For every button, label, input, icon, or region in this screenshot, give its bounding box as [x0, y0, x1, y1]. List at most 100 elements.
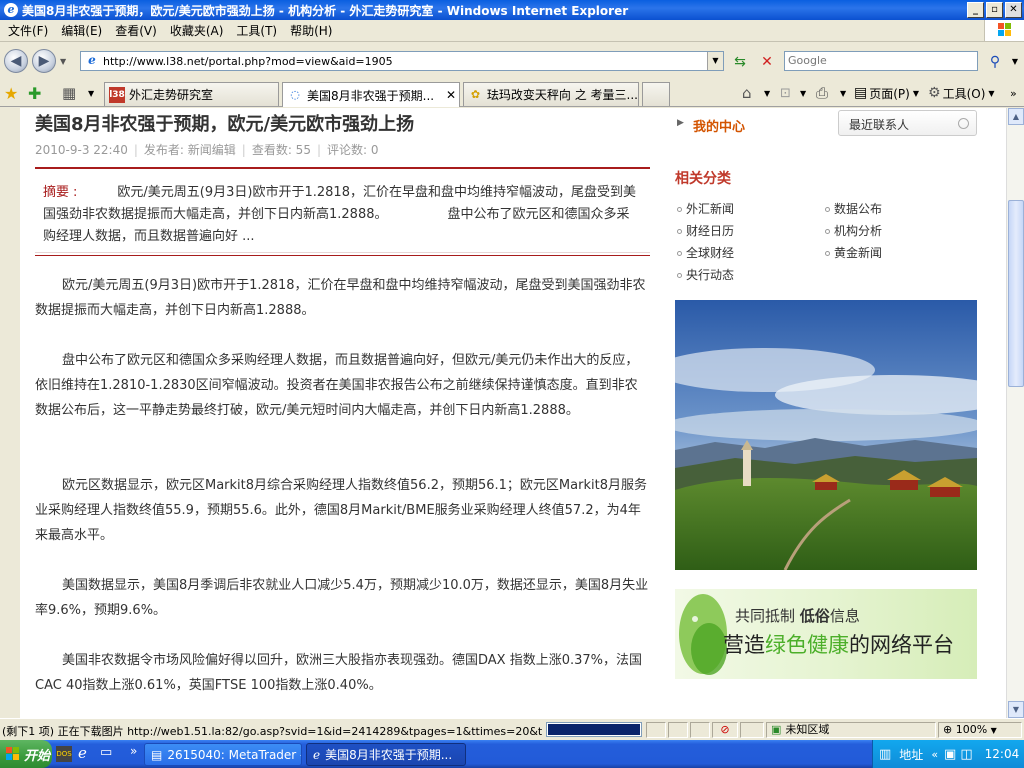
- feeds-icon[interactable]: ⊡: [780, 83, 791, 103]
- history-dropdown-icon[interactable]: ▼: [60, 57, 66, 66]
- civility-banner[interactable]: 共同抵制 低俗信息 营造绿色健康的网络平台: [675, 589, 977, 679]
- zoom-control[interactable]: ⊕ 100% ▼: [938, 722, 1022, 738]
- tab-other-article[interactable]: ✿ 珐玛改变天秤向 之 考量三...: [463, 82, 639, 106]
- url-text[interactable]: http://www.l38.net/portal.php?mod=view&a…: [103, 55, 707, 68]
- recent-contacts-label: 最近联系人: [849, 118, 910, 132]
- article-paragraph-4: 美国数据显示，美国8月季调后非农就业人口减少5.4万，预期减少10.0万，数据还…: [35, 578, 649, 618]
- search-options-icon[interactable]: ▼: [1004, 52, 1024, 72]
- menu-help[interactable]: 帮助(H): [286, 22, 341, 39]
- stop-icon[interactable]: ✕: [756, 52, 778, 72]
- tools-menu-button[interactable]: ⚙ 工具(O) ▼: [928, 83, 995, 103]
- minimize-button[interactable]: _: [967, 2, 984, 18]
- taskbar: 开始 DOS e ▭ » ▤2615040: MetaTrader - ... …: [0, 740, 1024, 768]
- quicklaunch-more-icon[interactable]: »: [130, 744, 137, 758]
- menu-edit[interactable]: 编辑(E): [57, 22, 111, 39]
- ie-logo-icon: e: [4, 3, 18, 17]
- search-go-icon[interactable]: ⚲: [984, 52, 1006, 72]
- search-input[interactable]: Google: [784, 51, 978, 71]
- menu-tools[interactable]: 工具(T): [232, 22, 286, 39]
- related-categories-heading: 相关分类: [675, 171, 731, 187]
- show-desktop-icon[interactable]: ▭: [100, 745, 112, 760]
- url-dropdown-icon[interactable]: ▼: [707, 52, 723, 70]
- article-date: 2010-9-3 22:40: [35, 143, 128, 157]
- status-cell: [668, 722, 688, 738]
- related-link-forex-news[interactable]: 外汇新闻: [677, 200, 734, 217]
- scroll-up-icon[interactable]: ▲: [1008, 108, 1024, 125]
- tray-monitor-icon[interactable]: ◫: [960, 747, 972, 762]
- network-icon[interactable]: ▥: [879, 747, 891, 762]
- quick-tabs-icon[interactable]: ▦: [62, 83, 76, 103]
- home-dropdown-icon[interactable]: ▼: [764, 83, 770, 103]
- home-icon[interactable]: ⌂: [742, 83, 752, 103]
- menu-file[interactable]: 文件(F): [4, 22, 57, 39]
- status-bar: (剩下1 项) 正在下载图片 http://web1.51.la:82/go.a…: [0, 718, 1024, 740]
- status-circle-icon: [958, 118, 969, 129]
- tray-app-icon[interactable]: ▣: [944, 747, 956, 762]
- print-icon[interactable]: ⎙: [816, 83, 828, 103]
- summary-label: 摘要: [43, 185, 70, 200]
- page-menu-button[interactable]: ▤ 页面(P) ▼: [854, 83, 919, 103]
- blocked-icon[interactable]: ⊘: [712, 722, 738, 738]
- page-icon: ▤: [854, 85, 868, 101]
- address-toolbar-label[interactable]: 地址: [899, 746, 923, 763]
- vertical-scrollbar[interactable]: ▲ ▼: [1006, 108, 1024, 718]
- scroll-down-icon[interactable]: ▼: [1008, 701, 1024, 718]
- menu-favorites[interactable]: 收藏夹(A): [166, 22, 233, 39]
- recent-contacts-button[interactable]: 最近联系人: [838, 110, 977, 136]
- related-link-global-finance[interactable]: 全球财经: [677, 244, 734, 261]
- tray-expand-icon[interactable]: «: [931, 748, 938, 761]
- close-button[interactable]: ✕: [1005, 2, 1022, 18]
- tab-current-article[interactable]: ◌ 美国8月非农强于预期... ✕: [282, 82, 460, 107]
- title-bar[interactable]: e 美国8月非农强于预期，欧元/美元欧市强劲上扬 - 机构分析 - 外汇走势研究…: [0, 0, 1024, 20]
- page-viewport: 美国8月非农强于预期，欧元/美元欧市强劲上扬 2010-9-3 22:40 | 发布…: [0, 108, 1024, 718]
- metatrader-icon: ▤: [151, 747, 163, 762]
- feeds-dropdown-icon[interactable]: ▼: [800, 83, 806, 103]
- scroll-thumb[interactable]: [1008, 200, 1024, 387]
- menu-bar: 文件(F) 编辑(E) 查看(V) 收藏夹(A) 工具(T) 帮助(H): [0, 20, 1024, 42]
- clock[interactable]: 12:04: [985, 747, 1020, 761]
- ie-launch-icon[interactable]: e: [78, 744, 87, 762]
- related-link-analysis[interactable]: 机构分析: [825, 222, 882, 239]
- banner-line-1: 共同抵制 低俗信息: [735, 607, 860, 625]
- web-page: 美国8月非农强于预期，欧元/美元欧市强劲上扬 2010-9-3 22:40 | 发布…: [20, 108, 1006, 718]
- zone-icon: ▣: [771, 723, 782, 736]
- new-tab-button[interactable]: [642, 82, 670, 106]
- tab-close-icon[interactable]: ✕: [446, 88, 456, 102]
- menu-view[interactable]: 查看(V): [111, 22, 166, 39]
- add-favorite-icon[interactable]: ✚: [28, 83, 41, 103]
- article-summary: 摘要: 欧元/美元周五(9月3日)欧市开于1.2818，汇价在早盘和盘中均维持窄幅…: [35, 167, 650, 253]
- tab-forex-lab[interactable]: l38 外汇走势研究室: [104, 82, 279, 106]
- article-paragraph-1: 欧元/美元周五(9月3日)欧市开于1.2818，汇价在早盘和盘中均维持窄幅波动，…: [35, 278, 646, 318]
- dos-icon[interactable]: DOS: [56, 746, 72, 762]
- taskbar-item-ie[interactable]: e 美国8月非农强于预期...: [306, 743, 466, 766]
- favicon-icon: ✿: [470, 87, 481, 101]
- print-dropdown-icon[interactable]: ▼: [840, 83, 846, 103]
- ie-icon: e: [313, 747, 321, 762]
- article-paragraph-3: 欧元区数据显示，欧元区Markit8月综合采购经理人指数终值56.2，预期56.…: [35, 478, 647, 543]
- page-icon: e: [88, 53, 96, 67]
- loading-icon: ◌: [290, 88, 300, 101]
- system-tray: ▥ 地址 « ▣ ◫ 12:04: [872, 740, 1024, 768]
- taskbar-item-metatrader[interactable]: ▤2615040: MetaTrader - ...: [144, 743, 302, 766]
- start-button[interactable]: 开始: [0, 740, 52, 768]
- chevron-right-icon[interactable]: »: [1010, 83, 1017, 103]
- window-title: 美国8月非农强于预期，欧元/美元欧市强劲上扬 - 机构分析 - 外汇走势研究室 …: [22, 3, 629, 18]
- security-zone[interactable]: ▣ 未知区域: [766, 722, 936, 738]
- maximize-button[interactable]: ▫: [986, 2, 1003, 18]
- back-button[interactable]: ◀: [4, 49, 28, 73]
- my-center-link[interactable]: 我的中心: [693, 116, 745, 135]
- related-link-calendar[interactable]: 财经日历: [677, 222, 734, 239]
- status-text: (剩下1 项) 正在下载图片 http://web1.51.la:82/go.a…: [2, 725, 542, 738]
- related-link-data-release[interactable]: 数据公布: [825, 200, 882, 217]
- favorites-star-icon[interactable]: ★: [4, 83, 18, 103]
- refresh-icon[interactable]: ⇆: [729, 52, 751, 72]
- tab-list-icon[interactable]: ▼: [88, 83, 94, 103]
- l38-favicon-icon: l38: [109, 86, 125, 103]
- related-link-central-bank[interactable]: 央行动态: [677, 266, 734, 283]
- triangle-right-icon: ▶: [677, 118, 684, 128]
- tab-label: 外汇走势研究室: [129, 88, 214, 102]
- related-link-gold-news[interactable]: 黄金新闻: [825, 244, 882, 261]
- forward-button[interactable]: ▶: [32, 49, 56, 73]
- windows-flag-icon: [984, 20, 1024, 41]
- url-field[interactable]: e http://www.l38.net/portal.php?mod=view…: [80, 51, 724, 71]
